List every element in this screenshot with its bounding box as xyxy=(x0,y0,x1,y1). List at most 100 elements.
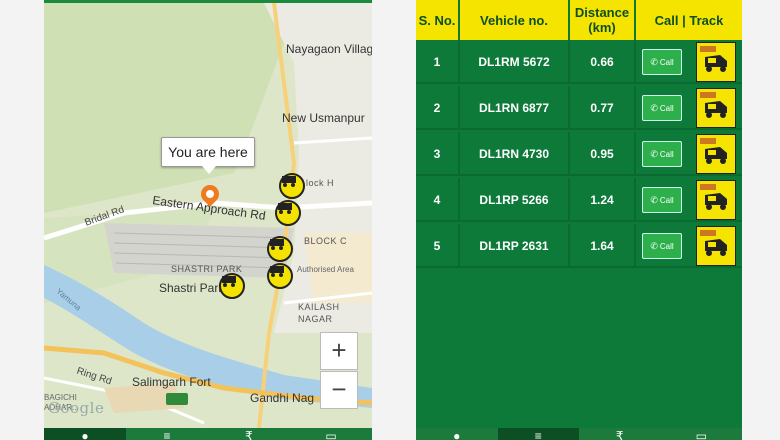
cell-actions: ✆ Call xyxy=(636,86,742,130)
highway-badge xyxy=(166,393,188,405)
call-button[interactable]: ✆ Call xyxy=(642,141,682,167)
cell-actions: ✆ Call xyxy=(636,224,742,268)
map-label-shastri-park: Shastri Park xyxy=(159,281,225,295)
map-view[interactable]: Nayagaon Villag New Usmanpur lock H East… xyxy=(44,3,372,428)
nav-fare-tab[interactable]: ₹ xyxy=(579,428,661,440)
phone-icon: ✆ xyxy=(650,102,658,113)
nav-fare-tab[interactable]: ₹ xyxy=(208,428,290,440)
auto-rickshaw-icon xyxy=(705,193,727,210)
map-label-new-usmanpur: New Usmanpur xyxy=(282,111,365,125)
call-button[interactable]: ✆ Call xyxy=(642,233,682,259)
cell-distance: 1.64 xyxy=(570,224,636,268)
auto-rickshaw-icon xyxy=(705,239,727,256)
map-label-gandhi-nagar: Gandhi Nag xyxy=(250,391,315,405)
card-icon: ▭ xyxy=(325,429,337,440)
location-pin-icon: ● xyxy=(453,429,461,440)
zoom-in-button[interactable]: + xyxy=(320,332,358,370)
cell-vehicle: DL1RP 2631 xyxy=(460,224,570,268)
menu-icon: ≡ xyxy=(163,429,171,440)
auto-rickshaw-icon xyxy=(705,147,727,164)
table-row: 3 DL1RN 4730 0.95 ✆ Call xyxy=(416,132,742,176)
cell-distance: 0.66 xyxy=(570,40,636,84)
nav-list-tab[interactable]: ≡ xyxy=(497,428,579,440)
cell-distance: 0.95 xyxy=(570,132,636,176)
auto-rickshaw-marker-icon[interactable] xyxy=(267,263,293,289)
location-pin-icon: ● xyxy=(81,429,89,440)
cell-vehicle: DL1RN 4730 xyxy=(460,132,570,176)
cell-vehicle: DL1RN 6877 xyxy=(460,86,570,130)
track-auto-button[interactable] xyxy=(696,226,736,266)
call-label: Call xyxy=(659,195,674,205)
auto-rickshaw-marker-icon[interactable] xyxy=(279,173,305,199)
nav-list-tab[interactable]: ≡ xyxy=(126,428,208,440)
map-label-block-c: BLOCK C xyxy=(304,236,348,246)
auto-rickshaw-marker-icon[interactable] xyxy=(219,273,245,299)
nav-card-tab[interactable]: ▭ xyxy=(290,428,372,440)
cell-sno: 2 xyxy=(416,86,460,130)
rupee-icon: ₹ xyxy=(615,429,624,440)
map-screen: Nayagaon Villag New Usmanpur lock H East… xyxy=(44,0,372,440)
bottom-nav: ● ≡ ₹ ▭ xyxy=(44,428,372,440)
map-label-block-h: lock H xyxy=(306,178,335,188)
map-label-kailash-nagar: KAILASH NAGAR xyxy=(298,302,340,324)
track-tag xyxy=(700,138,716,144)
phone-icon: ✆ xyxy=(650,194,658,205)
cell-sno: 3 xyxy=(416,132,460,176)
cell-sno: 5 xyxy=(416,224,460,268)
map-label-authorised-area: Authorised Area xyxy=(297,265,354,274)
cell-actions: ✆ Call xyxy=(636,132,742,176)
track-auto-button[interactable] xyxy=(696,134,736,174)
cell-sno: 1 xyxy=(416,40,460,84)
auto-rickshaw-marker-icon[interactable] xyxy=(275,200,301,226)
cell-vehicle: DL1RM 5672 xyxy=(460,40,570,84)
menu-icon: ≡ xyxy=(534,429,542,440)
auto-rickshaw-icon xyxy=(705,101,727,118)
table-row: 5 DL1RP 2631 1.64 ✆ Call xyxy=(416,224,742,268)
google-logo: Google xyxy=(48,399,105,417)
zoom-out-button[interactable]: − xyxy=(320,371,358,409)
call-label: Call xyxy=(659,57,674,67)
cell-vehicle: DL1RP 5266 xyxy=(460,178,570,222)
header-distance: Distance (km) xyxy=(570,0,636,40)
nav-map-tab[interactable]: ● xyxy=(416,428,498,440)
track-tag xyxy=(700,46,716,52)
map-label-salimgarh: Salimgarh Fort xyxy=(132,375,211,389)
vehicle-list-screen: S. No. Vehicle no. Distance (km) Call | … xyxy=(416,0,742,440)
track-tag xyxy=(700,230,716,236)
call-button[interactable]: ✆ Call xyxy=(642,187,682,213)
card-icon: ▭ xyxy=(695,429,707,440)
cell-distance: 0.77 xyxy=(570,86,636,130)
map-label-nayagaon: Nayagaon Villag xyxy=(286,42,372,56)
nav-map-tab[interactable]: ● xyxy=(44,428,126,440)
track-auto-button[interactable] xyxy=(696,88,736,128)
header-call-track: Call | Track xyxy=(654,12,724,28)
auto-rickshaw-marker-icon[interactable] xyxy=(267,236,293,262)
call-label: Call xyxy=(659,149,674,159)
cell-actions: ✆ Call xyxy=(636,178,742,222)
cell-sno: 4 xyxy=(416,178,460,222)
track-auto-button[interactable] xyxy=(696,42,736,82)
rupee-icon: ₹ xyxy=(245,429,253,440)
phone-icon: ✆ xyxy=(650,240,658,251)
header-sno: S. No. xyxy=(416,0,460,40)
table-row: 2 DL1RN 6877 0.77 ✆ Call xyxy=(416,86,742,130)
auto-rickshaw-icon xyxy=(705,55,727,72)
phone-icon: ✆ xyxy=(650,56,658,67)
cell-distance: 1.24 xyxy=(570,178,636,222)
bottom-nav: ● ≡ ₹ ▭ xyxy=(416,428,742,440)
call-button[interactable]: ✆ Call xyxy=(642,95,682,121)
table-header: S. No. Vehicle no. Distance (km) Call | … xyxy=(416,0,742,40)
call-button[interactable]: ✆ Call xyxy=(642,49,682,75)
track-tag xyxy=(700,184,716,190)
call-label: Call xyxy=(659,103,674,113)
cell-actions: ✆ Call xyxy=(636,40,742,84)
table-row: 4 DL1RP 5266 1.24 ✆ Call xyxy=(416,178,742,222)
call-label: Call xyxy=(659,241,674,251)
table-row: 1 DL1RM 5672 0.66 ✆ Call xyxy=(416,40,742,84)
header-vehicle: Vehicle no. xyxy=(460,0,570,40)
you-are-here-tooltip: You are here xyxy=(161,137,255,174)
track-tag xyxy=(700,92,716,98)
phone-icon: ✆ xyxy=(650,148,658,159)
nav-card-tab[interactable]: ▭ xyxy=(661,428,743,440)
track-auto-button[interactable] xyxy=(696,180,736,220)
